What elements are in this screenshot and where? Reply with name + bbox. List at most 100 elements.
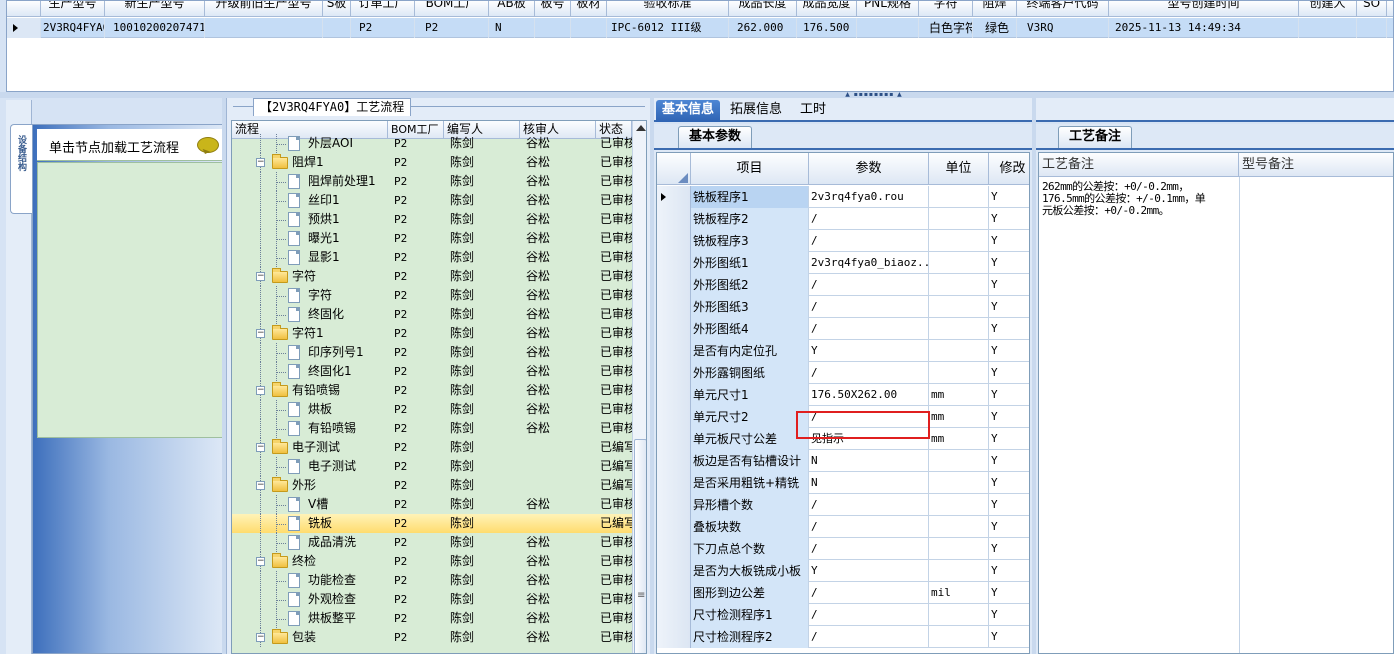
col-model[interactable]: 生产型号 bbox=[41, 1, 105, 17]
tree-row[interactable]: 字符 P2 陈剑 谷松 已审核 bbox=[232, 286, 632, 305]
col-ab-board[interactable]: AB板 bbox=[489, 1, 535, 17]
collapse-icon[interactable]: − bbox=[256, 633, 265, 642]
cell-mask[interactable]: 绿色 bbox=[973, 18, 1017, 38]
row-indicator[interactable] bbox=[657, 516, 691, 538]
tab-extended-info[interactable]: 拓展信息 bbox=[724, 100, 788, 122]
tab-basic-info[interactable]: 基本信息 bbox=[656, 100, 721, 122]
param-row[interactable]: 图形到边公差 / mil Y bbox=[657, 582, 1029, 604]
tree-row[interactable]: − 字符1 P2 陈剑 谷松 已审核 bbox=[232, 324, 632, 343]
tree-row[interactable]: − 字符 P2 陈剑 谷松 已审核 bbox=[232, 267, 632, 286]
tree-row[interactable]: − 外形 P2 陈剑 已编写 bbox=[232, 476, 632, 495]
param-grid[interactable]: 项目 参数 单位 修改 铣板程序1 2v3rq4fya0.rou Y 铣板程序2/Y 铣… bbox=[656, 152, 1030, 654]
param-row[interactable]: 叠板块数 / Y bbox=[657, 516, 1029, 538]
tree-row[interactable]: 显影1 P2 陈剑 谷松 已审核 bbox=[232, 248, 632, 267]
param-value[interactable]: 2v3rq4fya0.rou bbox=[809, 186, 929, 208]
param-row[interactable]: 尺寸检测程序1/ Y bbox=[657, 604, 1029, 626]
tree-row[interactable]: 有铅喷锡 P2 陈剑 谷松 已审核 bbox=[232, 419, 632, 438]
tree-row[interactable]: V槽 P2 陈剑 谷松 已审核 bbox=[232, 495, 632, 514]
tree-row[interactable]: 外层AOI P2 陈剑 谷松 已审核 bbox=[232, 134, 632, 153]
row-indicator[interactable] bbox=[657, 626, 691, 648]
param-value[interactable]: / bbox=[809, 318, 929, 340]
process-tree[interactable]: 流程 BOM工厂 编写人 核审人 状态 外层AOIP2陈剑谷松已审核−阻焊1P2… bbox=[231, 120, 647, 654]
tree-row[interactable]: 成品清洗 P2 陈剑 谷松 已审核 bbox=[232, 533, 632, 552]
col-new-model[interactable]: 新生产型号 bbox=[105, 1, 205, 17]
col-standard[interactable]: 验收标准 bbox=[607, 1, 729, 17]
tree-row[interactable]: 曝光1 P2 陈剑 谷松 已审核 bbox=[232, 229, 632, 248]
tree-row[interactable]: 终固化1 P2 陈剑 谷松 已审核 bbox=[232, 362, 632, 381]
cell-creator[interactable] bbox=[1299, 18, 1357, 38]
row-indicator[interactable] bbox=[657, 340, 691, 362]
row-indicator[interactable] bbox=[657, 450, 691, 472]
param-col-item[interactable]: 项目 bbox=[691, 153, 809, 185]
row-indicator[interactable] bbox=[657, 296, 691, 318]
collapse-icon[interactable]: − bbox=[256, 443, 265, 452]
param-row[interactable]: 铣板程序1 2v3rq4fya0.rou Y bbox=[657, 186, 1029, 208]
col-s-board[interactable]: S板 bbox=[323, 1, 351, 17]
process-note-tab[interactable]: 工艺备注 bbox=[1058, 126, 1133, 148]
tree-row[interactable]: 功能检查 P2 陈剑 谷松 已审核 bbox=[232, 571, 632, 590]
row-indicator[interactable] bbox=[657, 208, 691, 230]
param-value[interactable]: / bbox=[809, 626, 929, 648]
model-grid[interactable]: 生产型号 新生产型号 升级前旧生产型号 S板 订单工厂 BOM工厂 AB板 板号… bbox=[6, 0, 1394, 92]
collapse-icon[interactable]: − bbox=[256, 272, 265, 281]
cell-order-factory[interactable]: P2 bbox=[351, 18, 415, 38]
tree-row-selected[interactable]: 铣板 P2 陈剑 已编写 bbox=[232, 514, 632, 533]
param-col-mod[interactable]: 修改 bbox=[989, 153, 1029, 185]
tree-row[interactable]: 烘板 P2 陈剑 谷松 已审核 bbox=[232, 400, 632, 419]
cell-ab-board[interactable]: N bbox=[489, 18, 535, 38]
param-value[interactable]: / bbox=[809, 208, 929, 230]
col-char[interactable]: 字符 bbox=[919, 1, 973, 17]
col-order-factory[interactable]: 订单工厂 bbox=[351, 1, 415, 17]
param-col-unit[interactable]: 单位 bbox=[929, 153, 989, 185]
col-board-no[interactable]: 板号 bbox=[535, 1, 571, 17]
param-value[interactable]: / bbox=[809, 516, 929, 538]
row-indicator[interactable] bbox=[657, 428, 691, 450]
param-value[interactable]: N bbox=[809, 472, 929, 494]
load-process-body[interactable] bbox=[37, 162, 223, 438]
param-value[interactable]: / bbox=[809, 230, 929, 252]
tree-row[interactable]: 阻焊前处理1 P2 陈剑 谷松 已审核 bbox=[232, 172, 632, 191]
process-note-text[interactable]: 262mm的公差按：+0/-0.2mm， 176.5mm的公差按：+/-0.1m… bbox=[1042, 181, 1222, 217]
col-old-model[interactable]: 升级前旧生产型号 bbox=[205, 1, 323, 17]
tree-scrollbar[interactable] bbox=[632, 121, 646, 653]
param-row[interactable]: 是否为大板铣成小板 Y Y bbox=[657, 560, 1029, 582]
param-value[interactable]: Y bbox=[809, 340, 929, 362]
tree-row[interactable]: 烘板整平 P2 陈剑 谷松 已审核 bbox=[232, 609, 632, 628]
note-grid[interactable]: 工艺备注 型号备注 262mm的公差按：+0/-0.2mm， 176.5mm的公… bbox=[1038, 152, 1394, 654]
tree-row[interactable]: 预烘1 P2 陈剑 谷松 已审核 bbox=[232, 210, 632, 229]
splitter-grip-icon[interactable]: ▲ ▪▪▪▪▪▪▪▪ ▲ bbox=[843, 92, 905, 98]
param-value[interactable]: / bbox=[809, 296, 929, 318]
row-indicator[interactable] bbox=[657, 582, 691, 604]
tree-row[interactable]: 印序列号1 P2 陈剑 谷松 已审核 bbox=[232, 343, 632, 362]
basic-params-tab[interactable]: 基本参数 bbox=[678, 126, 753, 148]
tree-row[interactable]: 终固化 P2 陈剑 谷松 已审核 bbox=[232, 305, 632, 324]
tree-row[interactable]: 外观检查 P2 陈剑 谷松 已审核 bbox=[232, 590, 632, 609]
param-value[interactable]: 176.50X262.00 bbox=[809, 384, 929, 406]
param-row[interactable]: 铣板程序2/ Y bbox=[657, 208, 1029, 230]
side-tab-equipment[interactable]: 设备结构 bbox=[10, 124, 32, 214]
param-value[interactable]: Y bbox=[809, 560, 929, 582]
cell-standard[interactable]: IPC-6012 III级 bbox=[607, 18, 729, 38]
col-mask[interactable]: 阻焊 bbox=[973, 1, 1017, 17]
collapse-icon[interactable]: − bbox=[256, 158, 265, 167]
param-value[interactable]: / bbox=[809, 538, 929, 560]
row-indicator[interactable] bbox=[657, 604, 691, 626]
param-row[interactable]: 外形图纸2/ Y bbox=[657, 274, 1029, 296]
param-value[interactable]: N bbox=[809, 450, 929, 472]
col-pnl[interactable]: PNL规格 bbox=[857, 1, 919, 17]
note-col-model[interactable]: 型号备注 bbox=[1239, 153, 1393, 177]
collapse-icon[interactable]: − bbox=[256, 481, 265, 490]
tree-row[interactable]: − 阻焊1 P2 陈剑 谷松 已审核 bbox=[232, 153, 632, 172]
collapse-icon[interactable]: − bbox=[256, 386, 265, 395]
tree-row[interactable]: − 包装 P2 陈剑 谷松 已审核 bbox=[232, 628, 632, 647]
param-row[interactable]: 外形图纸3/ Y bbox=[657, 296, 1029, 318]
current-row-indicator[interactable] bbox=[657, 186, 691, 208]
tree-row[interactable]: 丝印1 P2 陈剑 谷松 已审核 bbox=[232, 191, 632, 210]
col-bom-factory[interactable]: BOM工厂 bbox=[415, 1, 489, 17]
tree-row[interactable]: − 有铅喷锡 P2 陈剑 谷松 已审核 bbox=[232, 381, 632, 400]
cell-pnl[interactable] bbox=[857, 18, 919, 38]
row-indicator[interactable] bbox=[657, 252, 691, 274]
tree-row[interactable]: − 终检 P2 陈剑 谷松 已审核 bbox=[232, 552, 632, 571]
row-indicator[interactable] bbox=[657, 538, 691, 560]
cell-length[interactable]: 262.000 bbox=[729, 18, 797, 38]
